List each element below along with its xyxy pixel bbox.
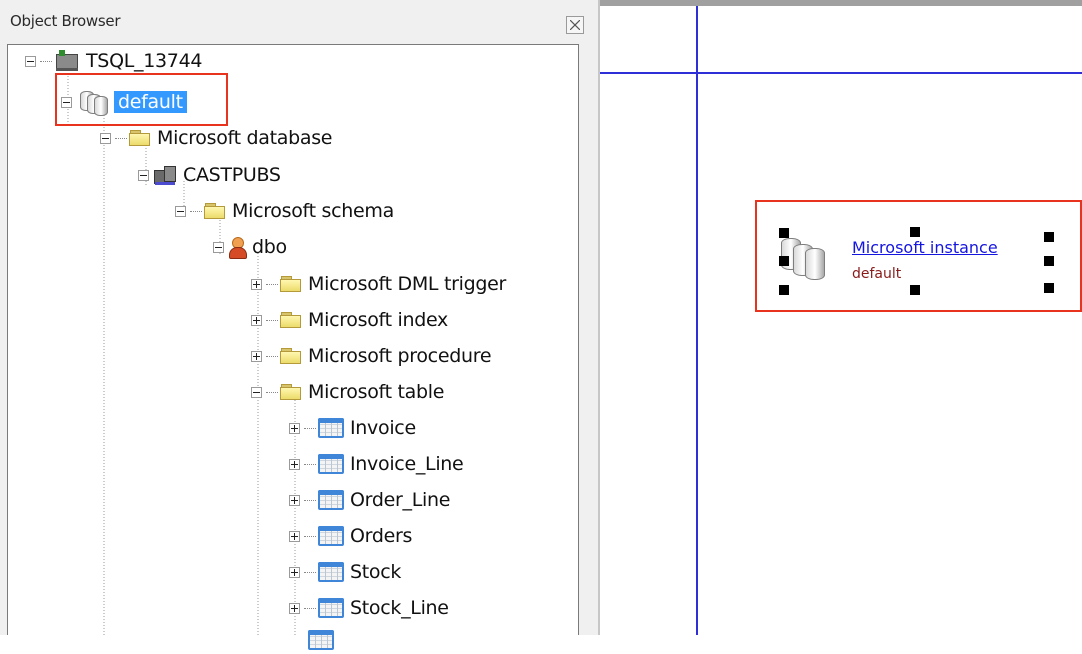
collapse-icon[interactable] [61, 96, 72, 108]
resize-handle[interactable] [1044, 256, 1054, 266]
instance-node-title-link[interactable]: Microsoft instance [852, 238, 998, 257]
user-schema-icon [228, 236, 247, 259]
tree-node-database-folder[interactable]: Microsoft database [100, 124, 333, 152]
resize-handle[interactable] [910, 227, 920, 237]
vertical-scrollbar[interactable] [585, 44, 598, 635]
tree-node-table[interactable]: Stock [289, 558, 401, 586]
tree-node-folder-dml-trigger[interactable]: Microsoft DML trigger [251, 270, 506, 298]
tree-node-label: Microsoft database [157, 127, 333, 149]
table-icon [308, 630, 334, 650]
panel-title: Object Browser [10, 12, 121, 30]
expand-icon[interactable] [289, 530, 300, 542]
tree-node-label: CASTPUBS [183, 164, 281, 186]
collapse-icon[interactable] [25, 55, 36, 67]
collapse-icon[interactable] [175, 205, 186, 217]
tree-node-label: Stock [350, 561, 402, 583]
canvas-top-border [600, 0, 1082, 6]
resize-handle[interactable] [779, 256, 789, 266]
tree-node-folder-index[interactable]: Microsoft index [251, 306, 448, 334]
expand-icon[interactable] [289, 494, 300, 506]
folder-icon [280, 348, 302, 364]
expand-icon[interactable] [289, 602, 300, 614]
tree-node-label-selected: default [114, 91, 187, 113]
guide-line-vertical [696, 6, 698, 635]
folder-icon [129, 130, 151, 146]
tree-node-label: Microsoft schema [232, 200, 394, 222]
tree-node-label: Order_Line [350, 489, 451, 511]
expand-icon[interactable] [251, 278, 262, 290]
tree-node-schema-folder[interactable]: Microsoft schema [175, 197, 394, 225]
collapse-icon[interactable] [138, 169, 149, 181]
resize-handle[interactable] [779, 285, 789, 295]
database-server-icon [153, 164, 177, 186]
guide-line-horizontal [600, 72, 1082, 74]
collapse-icon[interactable] [100, 132, 111, 144]
folder-icon [280, 276, 302, 292]
expand-icon[interactable] [289, 566, 300, 578]
tree-node-table[interactable]: Invoice [289, 414, 416, 442]
table-icon [318, 598, 344, 618]
table-icon [318, 562, 344, 582]
tree-node-label: Microsoft procedure [308, 345, 492, 367]
tree-node-schema[interactable]: dbo [213, 233, 287, 261]
tree-node-label: Stock_Line [350, 597, 449, 619]
expand-icon[interactable] [251, 350, 262, 362]
folder-icon [280, 384, 302, 400]
instance-database-icon [76, 89, 108, 116]
collapse-icon[interactable] [213, 241, 224, 253]
collapse-icon[interactable] [251, 386, 262, 398]
close-button[interactable] [566, 16, 584, 34]
instance-node-subtitle: default [852, 266, 902, 282]
tree-node-table[interactable]: Stock_Line [289, 594, 449, 622]
tree-node-table[interactable]: Order_Line [289, 486, 450, 514]
expand-icon[interactable] [289, 458, 300, 470]
table-icon [318, 490, 344, 510]
tree-node-instance[interactable]: default [61, 88, 187, 116]
tree-node-label: Microsoft table [308, 381, 445, 403]
table-icon [318, 418, 344, 438]
resize-handle[interactable] [1044, 232, 1054, 242]
diagram-canvas[interactable] [600, 0, 1082, 635]
expand-icon[interactable] [251, 314, 262, 326]
tree-node-label: TSQL_13744 [86, 50, 203, 72]
tree-node-label: Invoice_Line [350, 453, 464, 475]
resize-handle[interactable] [910, 285, 920, 295]
tree-node-label: Microsoft index [308, 309, 448, 331]
server-project-icon [54, 50, 80, 72]
resize-handle[interactable] [779, 228, 789, 238]
tree-node-root[interactable]: TSQL_13744 [25, 47, 202, 75]
tree-node-table-partial[interactable] [289, 626, 340, 654]
folder-icon [204, 203, 226, 219]
tree-node-label: Invoice [350, 417, 416, 439]
table-icon [318, 526, 344, 546]
expand-icon[interactable] [289, 422, 300, 434]
table-icon [318, 454, 344, 474]
tree-node-label: dbo [252, 236, 287, 258]
folder-icon [280, 312, 302, 328]
tree-node-database[interactable]: CASTPUBS [138, 161, 281, 189]
tree-node-table[interactable]: Orders [289, 522, 412, 550]
tree-node-folder-procedure[interactable]: Microsoft procedure [251, 342, 492, 370]
tree-node-table[interactable]: Invoice_Line [289, 450, 464, 478]
tree-node-label: Microsoft DML trigger [308, 273, 507, 295]
resize-handle[interactable] [1044, 283, 1054, 293]
tree-node-folder-table[interactable]: Microsoft table [251, 378, 444, 406]
close-icon [570, 20, 580, 30]
tree-node-label: Orders [350, 525, 413, 547]
